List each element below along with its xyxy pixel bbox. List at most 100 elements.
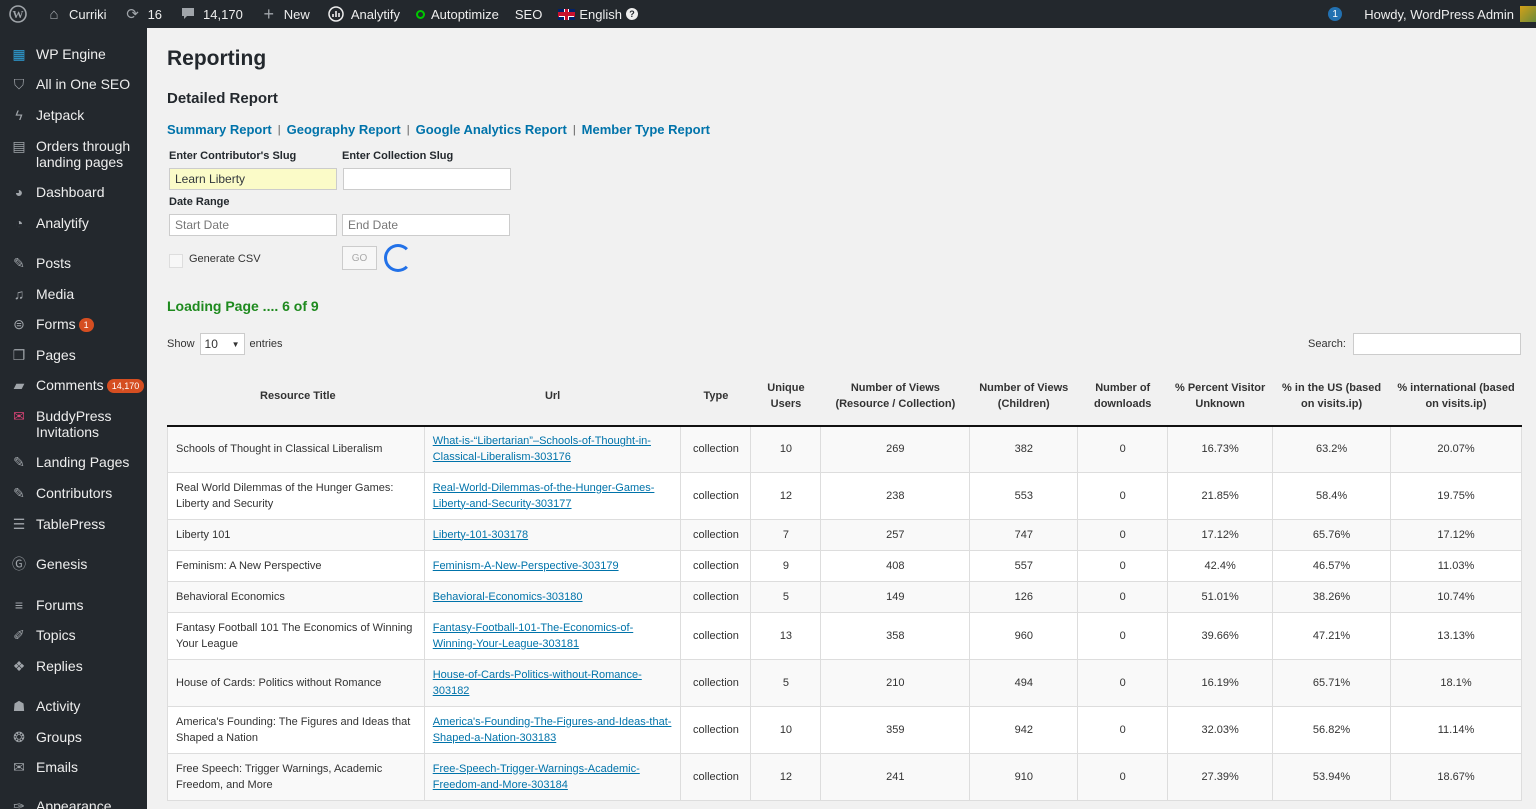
sidebar-item-media[interactable]: ♫ Media — [0, 286, 147, 302]
sidebar-item-groups[interactable]: ❂ Groups — [0, 729, 147, 745]
entries-label: entries — [249, 338, 283, 350]
contributor-slug-input[interactable] — [169, 168, 337, 190]
start-date-input[interactable] — [169, 214, 337, 236]
google-analytics-report-link[interactable]: Google Analytics Report — [416, 122, 567, 137]
sidebar-item-replies[interactable]: ❖ Replies — [0, 658, 147, 674]
comments-link[interactable]: 14,170 — [170, 0, 251, 28]
resource-url-link[interactable]: Fantasy-Football-101-The-Economics-of-Wi… — [433, 622, 634, 650]
resource-url-link[interactable]: What-is-“Libertarian”–Schools-of-Thought… — [433, 435, 651, 463]
search-input[interactable] — [1353, 333, 1521, 355]
sidebar-item-tablepress[interactable]: ☰ TablePress — [0, 516, 147, 532]
sidebar-item-all-in-one-seo[interactable]: ⛉ All in One SEO — [0, 76, 147, 92]
sidebar-item-orders-landing-pages[interactable]: ▤ Orders through landing pages — [0, 138, 147, 170]
summary-report-link[interactable]: Summary Report — [167, 122, 272, 137]
children-views-cell: 557 — [969, 550, 1079, 582]
notification-badge[interactable]: 1 — [1328, 7, 1343, 21]
seo-link[interactable]: SEO — [507, 0, 550, 28]
table-row: Feminism: A New Perspective Feminism-A-N… — [167, 550, 1522, 582]
international-cell: 11.03% — [1390, 550, 1522, 582]
sidebar-item-forums[interactable]: ≡ Forums — [0, 597, 147, 613]
sidebar-item-comments[interactable]: ▰ Comments 14,170 — [0, 377, 147, 393]
contributor-slug-label: Enter Contributor's Slug — [169, 150, 297, 162]
column-header-percent-us[interactable]: % in the US (based on visits.ip) — [1272, 366, 1391, 427]
sidebar-item-genesis[interactable]: Ⓖ Genesis — [0, 556, 147, 572]
show-label: Show — [167, 338, 195, 350]
downloads-cell: 0 — [1077, 519, 1169, 551]
downloads-cell: 0 — [1077, 581, 1169, 613]
sidebar-item-jetpack[interactable]: ϟ Jetpack — [0, 107, 147, 123]
sidebar-item-contributors[interactable]: ✎ Contributors — [0, 485, 147, 501]
column-header-downloads[interactable]: Number of downloads — [1077, 366, 1168, 427]
sidebar-item-emails[interactable]: ✉ Emails — [0, 759, 147, 775]
collection-slug-input[interactable] — [343, 168, 511, 190]
column-header-visitor-unknown[interactable]: % Percent Visitor Unknown — [1167, 366, 1273, 427]
report-table: Resource Title Url Type Unique Users Num… — [167, 366, 1522, 801]
us-cell: 65.71% — [1272, 659, 1392, 707]
sidebar-item-forms[interactable]: ⊜ Forms 1 — [0, 316, 147, 332]
column-header-url[interactable]: Url — [424, 366, 681, 427]
column-header-views-resource[interactable]: Number of Views (Resource / Collection) — [820, 366, 970, 427]
children-views-cell: 960 — [969, 612, 1079, 660]
resource-url-link[interactable]: America's-Founding-The-Figures-and-Ideas… — [433, 716, 672, 744]
resource-url-link[interactable]: Feminism-A-New-Perspective-303179 — [433, 560, 619, 572]
column-header-unique-users[interactable]: Unique Users — [750, 366, 821, 427]
generate-csv-checkbox[interactable] — [169, 254, 183, 268]
new-content-link[interactable]: + New — [251, 0, 318, 28]
generate-csv-label: Generate CSV — [189, 253, 261, 265]
views-cell: 241 — [820, 753, 971, 801]
international-cell: 19.75% — [1390, 472, 1522, 520]
collection-slug-label: Enter Collection Slug — [342, 150, 454, 162]
type-cell: collection — [680, 706, 752, 754]
site-name-link[interactable]: ⌂ Curriki — [36, 0, 115, 28]
unique-users-cell: 9 — [750, 550, 822, 582]
table-header-row: Resource Title Url Type Unique Users Num… — [167, 366, 1522, 427]
my-account-link[interactable]: Howdy, WordPress Admin — [1356, 0, 1536, 28]
sidebar-item-wp-engine[interactable]: ▦ WP Engine — [0, 46, 147, 62]
column-header-percent-international[interactable]: % international (based on visits.ip) — [1390, 366, 1522, 427]
sidebar-item-posts[interactable]: ✎ Posts — [0, 255, 147, 271]
sidebar-item-topics[interactable]: ✐ Topics — [0, 627, 147, 643]
unique-users-cell: 10 — [750, 706, 822, 754]
analytify-link[interactable]: Analytify — [318, 0, 408, 28]
geography-report-link[interactable]: Geography Report — [287, 122, 401, 137]
sidebar-item-pages[interactable]: ❐ Pages — [0, 347, 147, 363]
resource-url-link[interactable]: Behavioral-Economics-303180 — [433, 591, 583, 603]
sidebar-item-activity[interactable]: ☗ Activity — [0, 698, 147, 714]
comment-icon: ▰ — [13, 377, 25, 393]
sidebar-item-appearance[interactable]: ✑ Appearance — [0, 798, 147, 809]
report-nav: Summary Report | Geography Report | Goog… — [167, 122, 710, 137]
go-button[interactable]: GO — [342, 246, 377, 270]
pages-icon: ❐ — [12, 347, 26, 363]
loading-status: Loading Page .... 6 of 9 — [167, 298, 319, 314]
language-switcher[interactable]: English ? — [550, 0, 646, 28]
autoptimize-link[interactable]: Autoptimize — [408, 0, 507, 28]
column-header-resource-title[interactable]: Resource Title — [167, 366, 425, 427]
end-date-input[interactable] — [342, 214, 510, 236]
resource-url-link[interactable]: Real-World-Dilemmas-of-the-Hunger-Games-… — [433, 482, 655, 510]
media-icon: ♫ — [13, 286, 25, 302]
views-cell: 358 — [820, 612, 971, 660]
resource-url-link[interactable]: Liberty-101-303178 — [433, 529, 528, 541]
unique-users-cell: 12 — [750, 753, 822, 801]
sidebar-item-dashboard[interactable]: ◕ Dashboard — [0, 184, 147, 200]
admin-sidebar: ▦ WP Engine ⛉ All in One SEO ϟ Jetpack ▤ Ord… — [0, 28, 147, 809]
table-row: Fantasy Football 101 The Economics of Wi… — [167, 612, 1522, 660]
resource-url-link[interactable]: House-of-Cards-Politics-without-Romance-… — [433, 669, 642, 697]
sidebar-item-analytify[interactable]: ◔ Analytify — [0, 215, 147, 231]
help-icon[interactable]: ? — [625, 8, 638, 20]
updates-link[interactable]: ⟳ 16 — [115, 0, 170, 28]
member-type-report-link[interactable]: Member Type Report — [582, 122, 710, 137]
table-row: Schools of Thought in Classical Liberali… — [167, 426, 1522, 473]
entries-per-page-select[interactable]: 10 ▼ — [199, 333, 245, 355]
wordpress-logo-button[interactable]: W — [0, 0, 36, 28]
chart-icon: ◔ — [14, 215, 24, 231]
sidebar-item-buddypress-invitations[interactable]: ✉ BuddyPress Invitations — [0, 408, 147, 440]
resource-title-cell: Feminism: A New Perspective — [167, 550, 425, 582]
column-header-views-children[interactable]: Number of Views (Children) — [969, 366, 1078, 427]
sidebar-item-landing-pages[interactable]: ✎ Landing Pages — [0, 454, 147, 470]
column-header-type[interactable]: Type — [680, 366, 751, 427]
resource-url-link[interactable]: Free-Speech-Trigger-Warnings-Academic-Fr… — [433, 763, 640, 791]
downloads-cell: 0 — [1077, 550, 1169, 582]
pin-icon: ✎ — [13, 255, 25, 271]
grid-icon: ▦ — [12, 46, 26, 62]
